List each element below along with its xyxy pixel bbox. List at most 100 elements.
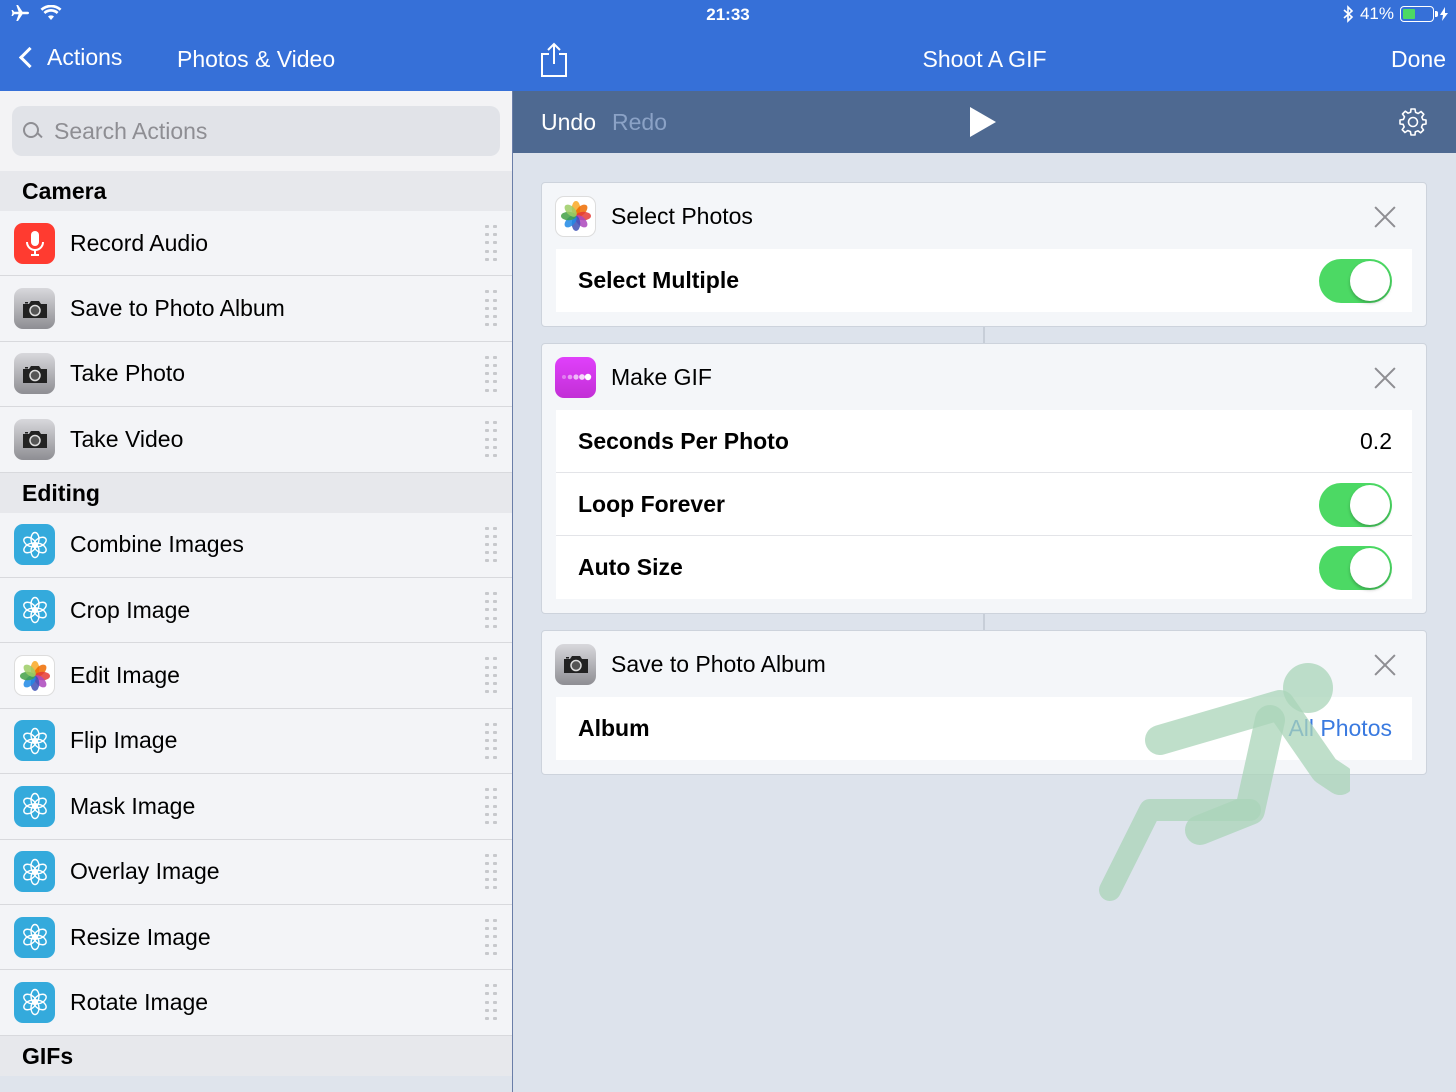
- param-loop-forever: Loop Forever: [556, 473, 1412, 536]
- action-item-overlay-image[interactable]: Overlay Image: [0, 839, 512, 905]
- action-item-label: Save to Photo Album: [70, 295, 285, 322]
- card-connector: [983, 327, 985, 343]
- param-label: Album: [578, 715, 650, 741]
- gear-icon[interactable]: [1398, 107, 1428, 137]
- drag-handle-icon[interactable]: [485, 853, 497, 892]
- image-edit-icon: [14, 524, 55, 566]
- action-card-select-photos[interactable]: Select Photos Select Multiple: [541, 182, 1427, 327]
- action-card-make-gif[interactable]: Make GIF Seconds Per Photo 0.2 Loop Forever…: [541, 343, 1427, 614]
- toggle-switch[interactable]: [1319, 546, 1392, 590]
- param-seconds-per-photo: Seconds Per Photo 0.2: [556, 410, 1412, 473]
- search-placeholder: Search Actions: [54, 117, 208, 144]
- toggle-switch[interactable]: [1319, 259, 1392, 303]
- left-nav-bar: Actions Photos & Video: [0, 30, 512, 91]
- actions-sidebar: Actions Photos & Video Search Actions Ca…: [0, 0, 512, 1092]
- close-icon[interactable]: [1374, 654, 1396, 676]
- image-edit-icon: [14, 589, 55, 631]
- action-item-mask-image[interactable]: Mask Image: [0, 774, 512, 840]
- camera-icon: [555, 643, 596, 685]
- camera-icon: [14, 353, 55, 395]
- drag-handle-icon[interactable]: [485, 421, 497, 459]
- action-item-resize-image[interactable]: Resize Image: [0, 904, 512, 971]
- done-button[interactable]: Done: [1391, 46, 1446, 73]
- card-parameters: Album All Photos: [556, 697, 1412, 760]
- card-parameters: Seconds Per Photo 0.2 Loop Forever Auto Siz…: [556, 410, 1412, 599]
- action-item-label: Crop Image: [70, 596, 191, 623]
- action-item-label: Overlay Image: [70, 858, 220, 885]
- action-item-label: Combine Images: [70, 531, 244, 558]
- action-item-label: Edit Image: [70, 662, 180, 689]
- search-input[interactable]: Search Actions: [12, 106, 500, 156]
- action-item-label: Take Photo: [70, 360, 186, 387]
- action-item-label: Take Video: [70, 425, 184, 452]
- photos-flower-icon: [555, 195, 596, 237]
- back-button[interactable]: Actions: [16, 44, 122, 71]
- param-value[interactable]: 0.2: [1360, 428, 1392, 455]
- action-item-take-video[interactable]: Take Video: [0, 407, 512, 473]
- action-item-record-audio[interactable]: Record Audio: [0, 211, 512, 277]
- play-icon[interactable]: [970, 107, 996, 137]
- close-icon[interactable]: [1374, 367, 1396, 389]
- action-item-edit-image[interactable]: Edit Image: [0, 643, 512, 709]
- param-album: Album All Photos: [556, 697, 1412, 760]
- image-edit-icon: [14, 916, 55, 958]
- param-label: Select Multiple: [578, 267, 740, 293]
- action-item-label: Resize Image: [70, 923, 211, 950]
- workflow-canvas: Select Photos Select Multiple Make GIF Seco…: [513, 153, 1456, 1092]
- bluetooth-icon: [1343, 5, 1354, 23]
- section-header-camera: Camera: [0, 171, 512, 211]
- back-label: Actions: [47, 44, 123, 70]
- section-header-editing: Editing: [0, 472, 512, 513]
- drag-handle-icon[interactable]: [485, 591, 497, 630]
- microphone-icon: [14, 222, 55, 264]
- toggle-switch[interactable]: [1319, 483, 1392, 527]
- action-item-combine-images[interactable]: Combine Images: [0, 512, 512, 578]
- camera-icon: [14, 418, 55, 460]
- action-item-crop-image[interactable]: Crop Image: [0, 577, 512, 644]
- card-header: Save to Photo Album: [542, 631, 1426, 697]
- drag-handle-icon[interactable]: [485, 290, 497, 328]
- param-auto-size: Auto Size: [556, 536, 1412, 599]
- photos-flower-icon: [14, 655, 55, 697]
- action-item-flip-image[interactable]: Flip Image: [0, 708, 512, 775]
- battery-icon: [1400, 6, 1438, 22]
- drag-handle-icon[interactable]: [485, 526, 497, 565]
- action-item-save-to-photo-album[interactable]: Save to Photo Album: [0, 276, 512, 342]
- drag-handle-icon[interactable]: [485, 722, 497, 761]
- drag-handle-icon[interactable]: [485, 984, 497, 1022]
- right-nav-bar: Shoot A GIF Done: [513, 30, 1456, 91]
- drag-handle-icon[interactable]: [485, 918, 497, 957]
- action-item-label: Record Audio: [70, 229, 209, 256]
- image-edit-icon: [14, 720, 55, 762]
- drag-handle-icon[interactable]: [485, 788, 497, 826]
- card-parameters: Select Multiple: [556, 249, 1412, 312]
- close-icon[interactable]: [1374, 206, 1396, 228]
- param-link-value[interactable]: All Photos: [1288, 715, 1392, 742]
- charging-bolt-icon: [1440, 7, 1448, 21]
- card-header: Make GIF: [542, 344, 1426, 410]
- card-title: Make GIF: [611, 363, 712, 390]
- action-card-save-to-photo-album[interactable]: Save to Photo Album Album All Photos: [541, 630, 1427, 775]
- gif-icon: [555, 356, 596, 398]
- redo-button[interactable]: Redo: [612, 109, 667, 136]
- param-label: Seconds Per Photo: [578, 427, 789, 454]
- param-select-multiple: Select Multiple: [556, 249, 1412, 312]
- workflow-title: Shoot A GIF: [922, 46, 1047, 72]
- search-area: Search Actions: [0, 91, 512, 171]
- param-label: Loop Forever: [578, 490, 725, 517]
- card-title: Save to Photo Album: [611, 650, 826, 677]
- card-header: Select Photos: [542, 183, 1426, 249]
- action-item-rotate-image[interactable]: Rotate Image: [0, 970, 512, 1036]
- action-item-label: Flip Image: [70, 727, 178, 754]
- editor-toolbar: Undo Redo: [513, 91, 1456, 153]
- drag-handle-icon[interactable]: [485, 225, 497, 263]
- battery-percent: 41%: [1359, 4, 1394, 23]
- drag-handle-icon[interactable]: [485, 657, 497, 695]
- camera-icon: [14, 288, 55, 330]
- section-header-gifs: GIFs: [0, 1035, 512, 1076]
- undo-button[interactable]: Undo: [541, 109, 596, 136]
- action-item-label: Mask Image: [70, 792, 196, 819]
- action-item-take-photo[interactable]: Take Photo: [0, 341, 512, 408]
- drag-handle-icon[interactable]: [485, 355, 497, 394]
- card-title: Select Photos: [611, 202, 753, 229]
